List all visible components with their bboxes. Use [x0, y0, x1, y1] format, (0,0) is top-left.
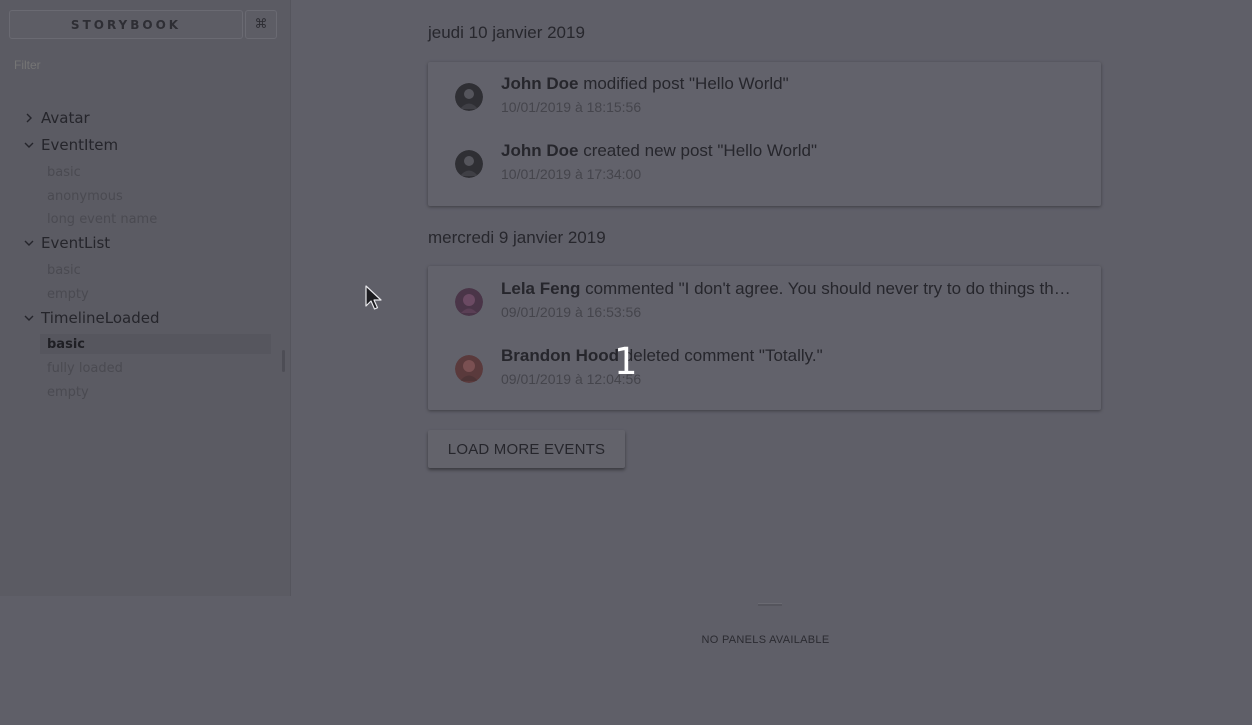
user-avatar-icon: [455, 83, 483, 111]
tree-kind-label: TimelineLoaded: [41, 309, 160, 327]
avatar: [455, 150, 483, 178]
event-item: Lela Feng commented "I don't agree. You …: [428, 279, 1101, 339]
user-avatar-icon: [455, 355, 483, 383]
event-card: John Doe modified post "Hello World" 10/…: [428, 62, 1101, 206]
event-card: Lela Feng commented "I don't agree. You …: [428, 266, 1101, 410]
tree-story-eventitem-anonymous[interactable]: anonymous: [47, 186, 123, 206]
event-action: created new post "Hello World": [583, 141, 817, 160]
panel-resize-handle[interactable]: [758, 603, 782, 606]
mouse-cursor-icon: [365, 285, 382, 310]
tree-kind-eventlist[interactable]: EventList: [22, 233, 110, 253]
event-date: 10/01/2019 à 17:34:00: [501, 166, 642, 182]
event-text: Brandon Hood deleted comment "Totally.": [501, 346, 1071, 366]
addons-panel: NO PANELS AVAILABLE: [0, 596, 1252, 725]
avatar: [455, 83, 483, 111]
shortcuts-button[interactable]: ⌘: [245, 10, 277, 39]
event-item: Brandon Hood deleted comment "Totally." …: [428, 346, 1101, 406]
event-action: modified post "Hello World": [583, 74, 789, 93]
chevron-down-icon: [24, 315, 34, 321]
tree-story-eventitem-long-event-name[interactable]: long event name: [47, 209, 157, 229]
sidebar-scrollbar[interactable]: [282, 350, 285, 372]
user-avatar-icon: [455, 288, 483, 316]
event-author: John Doe: [501, 141, 579, 160]
tree-story-timelineloaded-fully-loaded[interactable]: fully loaded: [47, 358, 123, 378]
tree-story-eventlist-empty[interactable]: empty: [47, 284, 89, 304]
chevron-down-icon: [24, 142, 34, 148]
tree-kind-avatar[interactable]: Avatar: [22, 108, 90, 128]
user-avatar-icon: [455, 150, 483, 178]
tree-kind-label: EventItem: [41, 136, 119, 154]
tree-story-eventlist-basic[interactable]: basic: [47, 260, 81, 280]
sidebar: STORYBOOK ⌘ Avatar EventItem basic anony…: [0, 0, 291, 596]
tree-kind-timelineloaded[interactable]: TimelineLoaded: [22, 308, 160, 328]
event-date: 09/01/2019 à 16:53:56: [501, 304, 642, 320]
event-author: John Doe: [501, 74, 579, 93]
tree-story-eventitem-basic[interactable]: basic: [47, 162, 81, 182]
event-date: 10/01/2019 à 18:15:56: [501, 99, 642, 115]
event-action: deleted comment "Totally.": [623, 346, 823, 365]
preview-area: jeudi 10 janvier 2019 John Doe modified …: [291, 0, 1252, 596]
storybook-brand-button[interactable]: STORYBOOK: [9, 10, 243, 39]
avatar: [455, 288, 483, 316]
event-text: John Doe modified post "Hello World": [501, 74, 1071, 94]
tree-kind-label: EventList: [41, 234, 111, 252]
chevron-right-icon: [26, 113, 32, 123]
event-author: Brandon Hood: [501, 346, 620, 365]
tree-kind-label: Avatar: [41, 109, 90, 127]
step-number-label: 1: [614, 340, 638, 383]
event-action: commented "I don't agree. You should nev…: [585, 279, 1071, 298]
event-text: Lela Feng commented "I don't agree. You …: [501, 279, 1071, 299]
tree-kind-eventitem[interactable]: EventItem: [22, 135, 118, 155]
day-title: jeudi 10 janvier 2019: [428, 23, 585, 42]
event-item: John Doe modified post "Hello World" 10/…: [428, 74, 1101, 134]
event-author: Lela Feng: [501, 279, 581, 298]
filter-input[interactable]: [14, 58, 274, 72]
tree-story-timelineloaded-basic[interactable]: basic: [40, 334, 271, 354]
day-title: mercredi 9 janvier 2019: [428, 228, 606, 247]
avatar: [455, 355, 483, 383]
no-panels-message: NO PANELS AVAILABLE: [701, 634, 830, 646]
load-more-events-button[interactable]: LOAD MORE EVENTS: [428, 430, 625, 468]
chevron-down-icon: [24, 240, 34, 246]
event-text: John Doe created new post "Hello World": [501, 141, 1071, 161]
tree-story-timelineloaded-empty[interactable]: empty: [47, 382, 89, 402]
event-item: John Doe created new post "Hello World" …: [428, 141, 1101, 201]
